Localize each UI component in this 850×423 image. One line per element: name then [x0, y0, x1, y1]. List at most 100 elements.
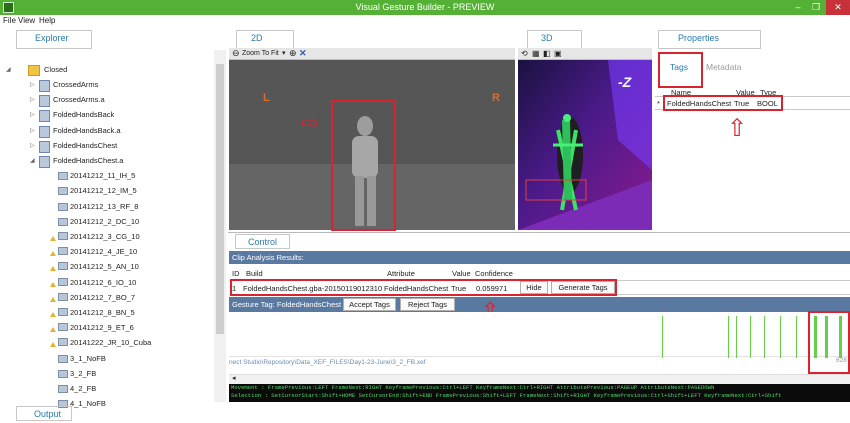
- file-icon: [39, 125, 50, 138]
- menu-view[interactable]: View: [18, 16, 35, 25]
- camera-icon[interactable]: ◧: [543, 48, 551, 59]
- close-view-icon[interactable]: ✕: [299, 48, 307, 59]
- tree-clip-label: 20141212_2_DC_10: [70, 216, 140, 226]
- warning-icon: [50, 266, 56, 272]
- file-icon: [39, 80, 50, 92]
- clip-icon: [58, 354, 68, 363]
- view-icon[interactable]: ▣: [554, 48, 562, 59]
- expand-icon[interactable]: ▷: [30, 93, 35, 107]
- window-title: Visual Gesture Builder - PREVIEW: [355, 2, 495, 12]
- clip-analysis-header: Clip Analysis Results:: [229, 251, 850, 264]
- tree-clip-label: 20141212_12_IM_5: [70, 186, 137, 196]
- tree-clip-label: 20141222_JR_10_Cuba: [70, 338, 152, 348]
- output-panel-header[interactable]: Output: [16, 406, 72, 421]
- rotate-icon[interactable]: ⟲: [521, 48, 528, 59]
- tab-control[interactable]: Control: [235, 234, 290, 249]
- clip-icon: [58, 308, 68, 316]
- point-cloud: [518, 60, 652, 230]
- tree-clip-label: 20141212_9_ET_6: [70, 323, 134, 333]
- close-button[interactable]: ✕: [826, 0, 850, 15]
- expand-icon[interactable]: ◢: [30, 154, 35, 168]
- clip-icon: [58, 247, 68, 256]
- clip-icon: [58, 232, 68, 240]
- zoom-icon[interactable]: ⊖: [232, 48, 240, 59]
- tree-clip-label: 20141212_13_RF_8: [70, 201, 139, 211]
- expand-icon[interactable]: ▷: [30, 139, 35, 153]
- view3d-panel-header[interactable]: 3D: [527, 30, 582, 49]
- grid-icon[interactable]: ▦: [532, 48, 540, 59]
- maximize-button[interactable]: ❐: [806, 0, 826, 15]
- warning-icon: [50, 236, 56, 241]
- file-icon: [39, 156, 50, 168]
- properties-panel-header[interactable]: Properties: [658, 30, 761, 49]
- clip-icon: [58, 172, 68, 181]
- reject-tags-button[interactable]: Reject Tags: [400, 298, 455, 311]
- dropdown-icon[interactable]: ▾: [282, 49, 286, 59]
- tree-clip-label: 20141212_8_BN_5: [70, 308, 135, 317]
- tree-clip-label: 20141212_3_CG_10: [70, 232, 140, 241]
- expand-icon[interactable]: ▷: [30, 108, 35, 122]
- zoom-to-fit-label[interactable]: Zoom To Fit: [242, 49, 279, 59]
- tree-item-label: FoldedHandsChest: [53, 140, 118, 150]
- tag-marker: [764, 316, 765, 358]
- clip-icon: [58, 262, 68, 271]
- expand-icon[interactable]: ▷: [30, 78, 35, 92]
- clip-icon: [58, 187, 68, 196]
- gesture-tag-label: Gesture Tag: FoldedHandsChest: [232, 300, 342, 309]
- tree-item-label: FoldedHandsBack.a: [53, 125, 121, 135]
- view3d-toolbar: ⟲ ▦ ◧ ▣: [518, 48, 652, 60]
- tab-metadata[interactable]: Metadata: [706, 62, 741, 72]
- accept-tags-button[interactable]: Accept Tags: [343, 298, 396, 311]
- row-marker: *: [657, 99, 660, 108]
- explorer-panel-header[interactable]: Explorer: [16, 30, 92, 49]
- tree-clip-label: 20141212_6_IO_10: [70, 277, 137, 287]
- gesture-tag-header: Gesture Tag: FoldedHandsChest: [229, 297, 850, 312]
- zoom-in-icon[interactable]: ⊕: [289, 48, 297, 59]
- result-row-highlight-box: [230, 279, 617, 296]
- clip-icon: [58, 217, 68, 226]
- file-icon: [39, 140, 50, 153]
- warning-icon: [50, 281, 56, 287]
- tree-item-label: CrossedArms: [53, 80, 99, 89]
- tree-item-label: FoldedHandsBack: [53, 110, 115, 120]
- tab-tags[interactable]: Tags: [670, 62, 688, 72]
- tree-item-label: FoldedHandsChest.a: [53, 156, 124, 165]
- file-path: nect Studio\Repository\Data_XEF_FILES\Da…: [229, 359, 426, 366]
- tree-clip-label: 3_1_NoFB: [70, 353, 106, 363]
- clip-icon: [58, 277, 68, 286]
- tag-marker: [796, 316, 797, 358]
- file-icon: [39, 110, 50, 123]
- minimize-button[interactable]: –: [788, 0, 808, 15]
- right-marker: R: [492, 92, 500, 104]
- scroll-left-icon[interactable]: ◂: [232, 374, 236, 382]
- explorer-scroll-thumb[interactable]: [216, 64, 224, 334]
- folder-icon: [28, 65, 40, 76]
- tree-clip-label: 20141212_5_AN_10: [70, 262, 139, 272]
- tree-root-label: Closed: [44, 65, 68, 74]
- status-line-selection: Selection : SetCursorStart:Shift+HOME Se…: [231, 392, 782, 399]
- expand-icon[interactable]: ▷: [30, 124, 35, 138]
- annotation-arrow-right-icon: ⇨: [301, 110, 320, 135]
- menu-bar: File View Help: [0, 15, 850, 28]
- timeline-scrollbar[interactable]: ◂: [229, 374, 850, 384]
- timeline-highlight-box: [808, 311, 850, 374]
- tree-clip-label: 20141212_7_BO_7: [70, 292, 136, 302]
- file-icon: [39, 95, 50, 108]
- timeline-baseline: [229, 356, 850, 357]
- menu-help[interactable]: Help: [39, 16, 55, 25]
- point-cloud-3d-view[interactable]: [518, 60, 652, 230]
- warning-icon: [50, 327, 56, 333]
- tag-marker: [780, 316, 781, 358]
- warning-icon: [50, 312, 56, 317]
- tree-clip-label: 20141212_4_JE_10: [70, 247, 138, 257]
- left-marker: L: [263, 92, 270, 104]
- tree-clip-label: 4_2_FB: [70, 384, 97, 393]
- warning-icon: [50, 342, 56, 348]
- view2d-panel-header[interactable]: 2D: [236, 30, 294, 49]
- menu-file[interactable]: File: [3, 16, 16, 25]
- warning-icon: [50, 296, 56, 302]
- tag-marker: [750, 316, 751, 358]
- expand-icon[interactable]: ◢: [6, 63, 11, 77]
- z-axis-label: -Z: [618, 74, 632, 90]
- col-value-header: Value: [452, 269, 471, 278]
